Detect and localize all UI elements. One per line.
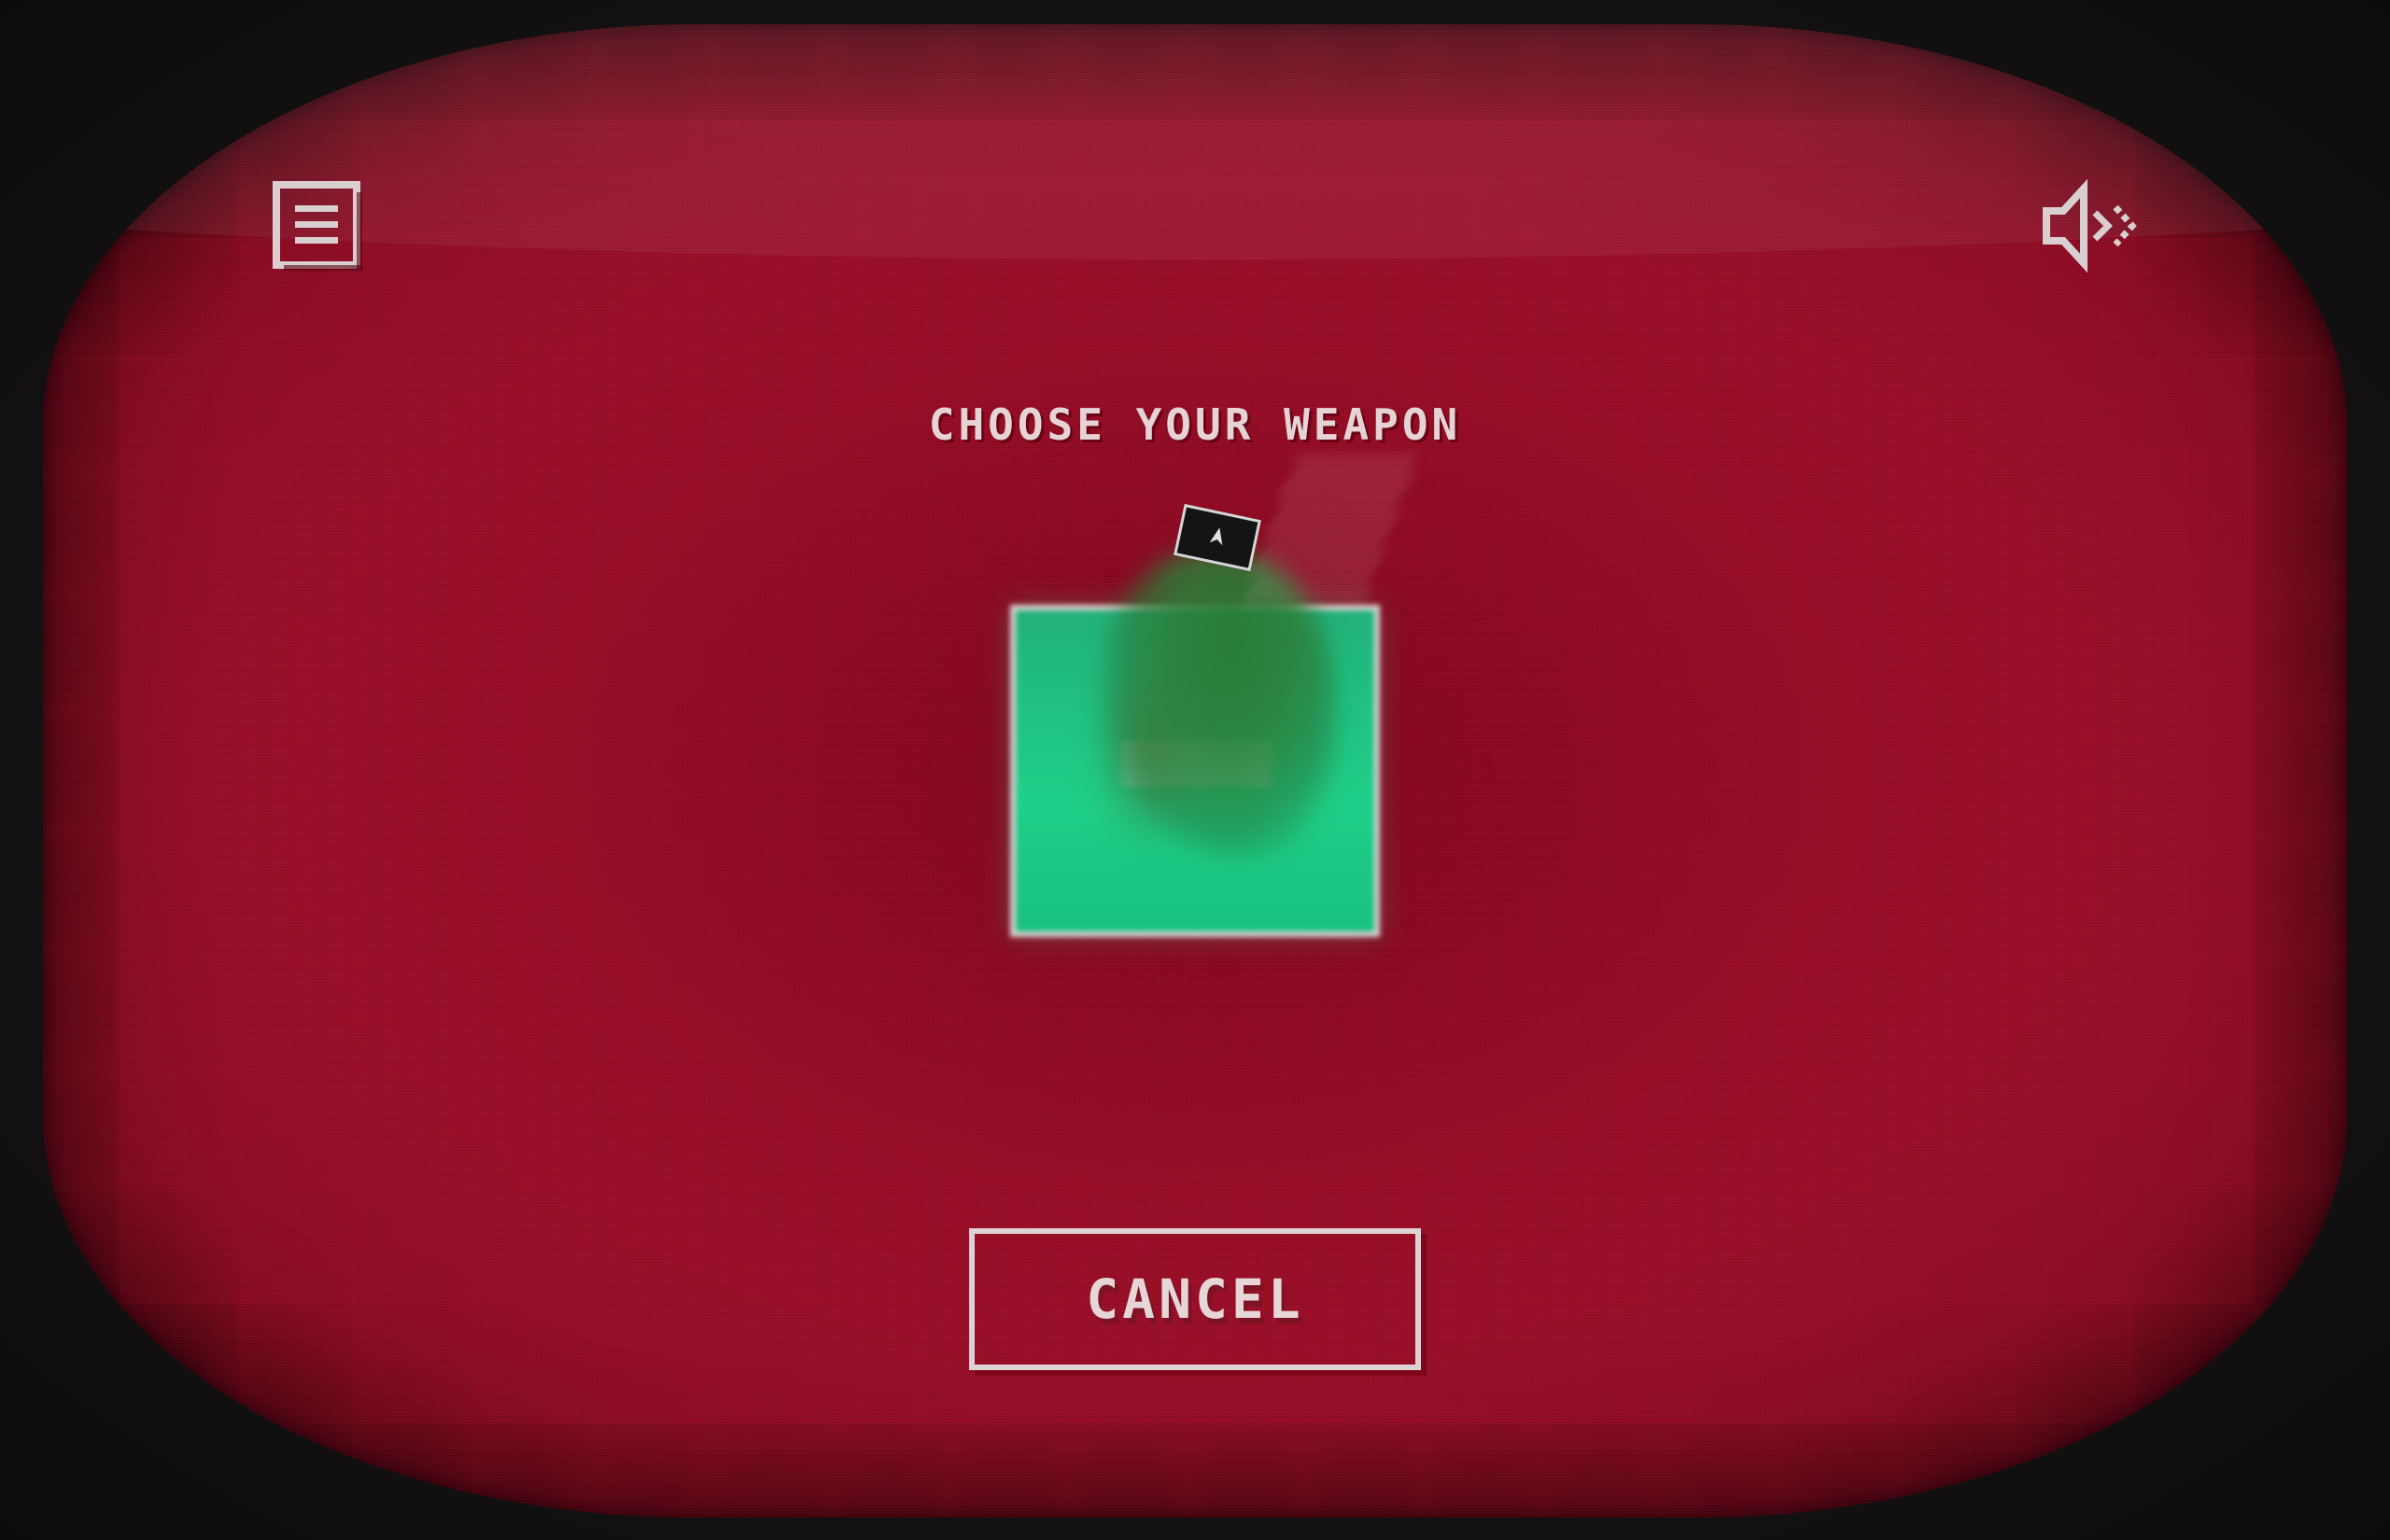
menu-list-icon	[273, 181, 362, 271]
choose-weapon-title: CHOOSE YOUR WEAPON	[928, 399, 1462, 450]
menu-button[interactable]	[271, 177, 368, 274]
weapon-sprite-shadow	[1092, 653, 1204, 849]
sound-button[interactable]	[2035, 175, 2142, 278]
cancel-button-label: CANCEL	[1086, 1267, 1304, 1331]
speaker-sound-icon	[2043, 178, 2137, 273]
screen-glare	[43, 24, 2347, 259]
cancel-button[interactable]: CANCEL	[969, 1228, 1421, 1370]
weapon-tag-icon	[1209, 527, 1223, 546]
